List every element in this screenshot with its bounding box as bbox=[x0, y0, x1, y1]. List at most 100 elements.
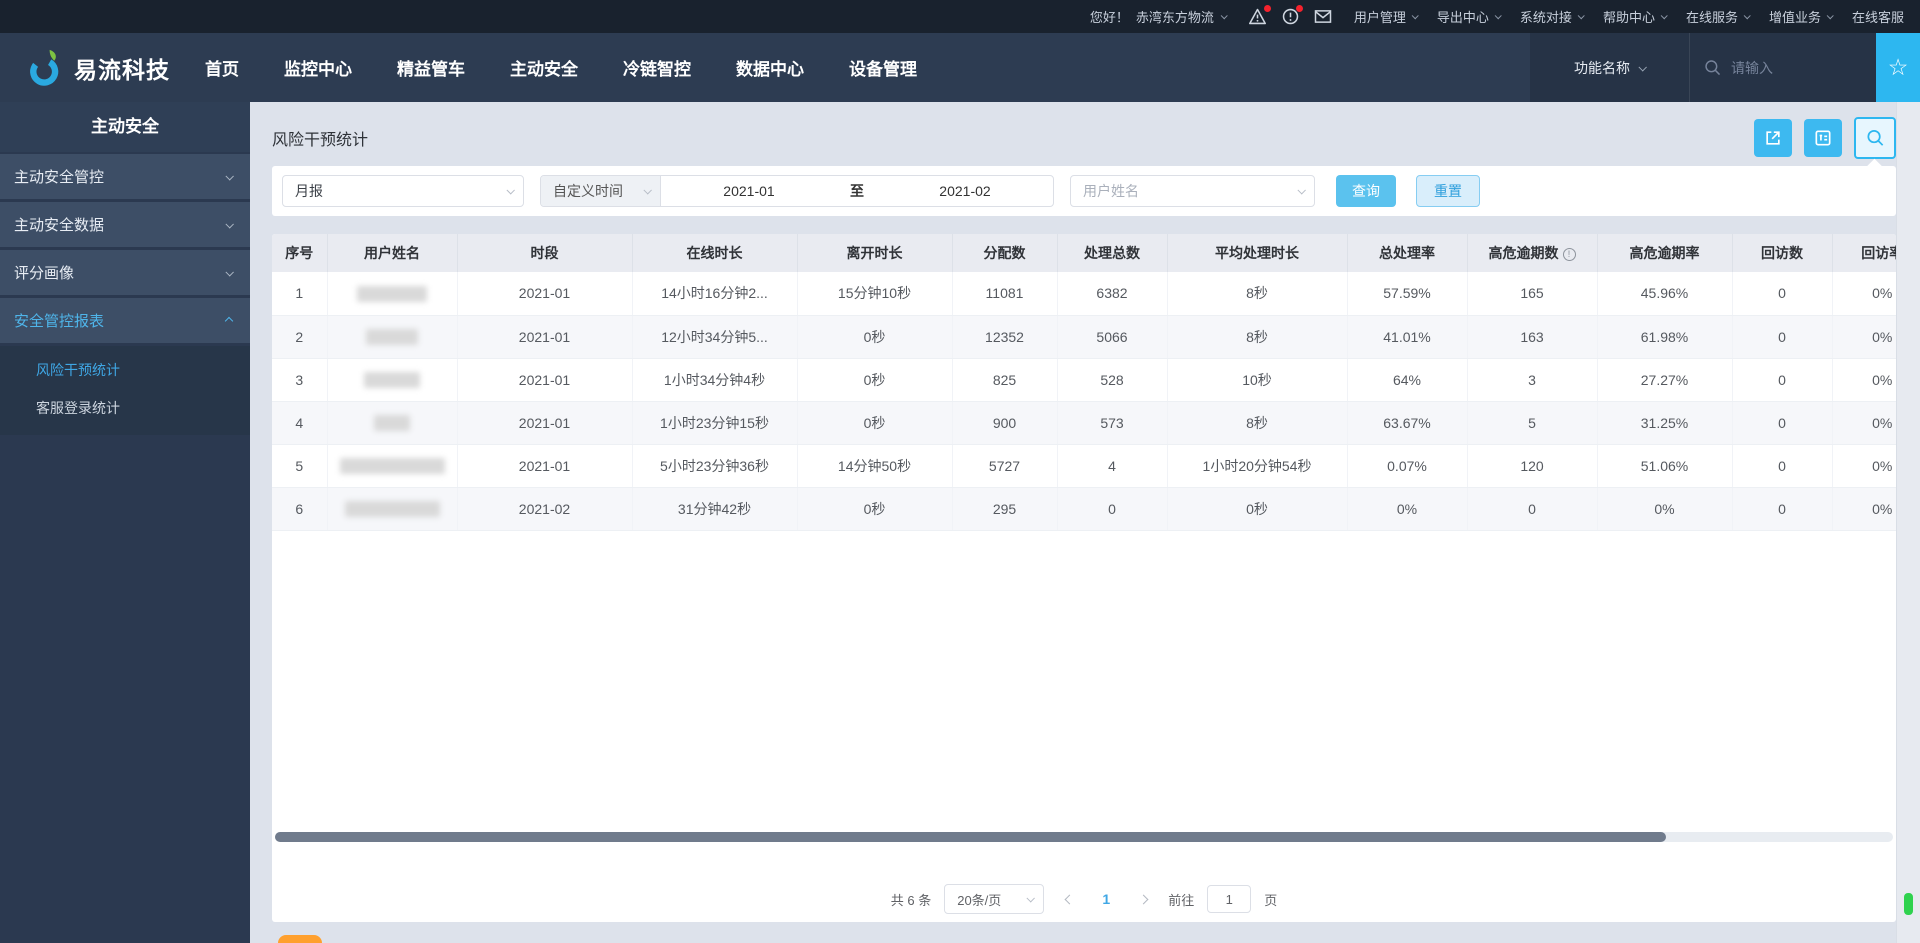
nav-item[interactable]: 精益管车 bbox=[397, 55, 465, 80]
nav-item[interactable]: 冷链智控 bbox=[623, 55, 691, 80]
date-to-label: 至 bbox=[850, 183, 864, 199]
horizontal-scrollbar-thumb[interactable] bbox=[275, 832, 1667, 842]
topbar-menu-label: 帮助中心 bbox=[1602, 10, 1655, 25]
table-cell: 0秒 bbox=[797, 358, 953, 402]
chevron-down-icon bbox=[1411, 12, 1419, 20]
redacted-name bbox=[374, 415, 410, 432]
nav-item[interactable]: 数据中心 bbox=[736, 55, 804, 80]
table-panel: 序号 用户姓名 时段 在线时长 离开时长 分配数 处理总数 平均处理时长 总处理率 高危逾期数! 高… bbox=[272, 234, 1896, 922]
cell-user-name bbox=[327, 315, 458, 359]
topbar-menu-item[interactable]: 用户管理 bbox=[1353, 7, 1419, 26]
goto-page-input[interactable] bbox=[1207, 885, 1252, 913]
sidebar-submenu-item[interactable]: 风险干预统计 bbox=[0, 351, 250, 389]
search-icon bbox=[1866, 129, 1883, 146]
table-cell: 163 bbox=[1467, 315, 1598, 359]
table-cell: 0 bbox=[1732, 401, 1833, 445]
table-cell: 0% bbox=[1832, 444, 1896, 488]
reset-button[interactable]: 重置 bbox=[1416, 175, 1480, 207]
table-cell: 31.25% bbox=[1597, 401, 1733, 445]
table-cell: 165 bbox=[1467, 272, 1598, 316]
table-cell: 0% bbox=[1832, 487, 1896, 531]
date-to-input[interactable] bbox=[877, 183, 1053, 199]
open-external-button[interactable] bbox=[1754, 119, 1792, 157]
next-page-button[interactable] bbox=[1131, 885, 1155, 913]
column-header: 时段 bbox=[457, 234, 633, 272]
table-cell: 31分钟42秒 bbox=[632, 487, 798, 531]
user-name-placeholder: 用户姓名 bbox=[1083, 183, 1139, 199]
date-from-input[interactable] bbox=[661, 183, 837, 199]
report-list-button[interactable] bbox=[1804, 119, 1842, 157]
nav-item[interactable]: 首页 bbox=[205, 55, 239, 80]
nav-item[interactable]: 主动安全 bbox=[510, 55, 578, 80]
current-page[interactable]: 1 bbox=[1094, 891, 1118, 907]
page-size-select[interactable]: 20条/页 bbox=[944, 884, 1045, 914]
table-cell: 528 bbox=[1057, 358, 1168, 402]
topbar-icons bbox=[1248, 5, 1332, 25]
chevron-down-icon bbox=[506, 186, 515, 195]
alert-circle-icon[interactable] bbox=[1282, 5, 1303, 25]
chevron-left-icon bbox=[1064, 894, 1075, 904]
nav-item[interactable]: 监控中心 bbox=[284, 55, 352, 80]
logo[interactable]: 易流科技 bbox=[0, 48, 205, 88]
column-header: 序号 bbox=[272, 234, 328, 272]
sidebar-group-label: 主动安全数据 bbox=[14, 217, 105, 234]
sidebar-group[interactable]: 安全管控报表 bbox=[0, 298, 250, 343]
goto-label: 前往 bbox=[1168, 892, 1195, 908]
topbar-menu-label: 在线服务 bbox=[1685, 10, 1738, 25]
topbar-menu-item[interactable]: 在线服务 bbox=[1685, 7, 1751, 26]
vertical-scrollbar-thumb[interactable] bbox=[1904, 893, 1913, 915]
table-cell: 8秒 bbox=[1167, 272, 1348, 316]
envelope-icon[interactable] bbox=[1314, 9, 1332, 24]
table-cell: 11081 bbox=[952, 272, 1058, 316]
sidebar-title: 主动安全 bbox=[0, 102, 250, 152]
table-cell: 0秒 bbox=[797, 401, 953, 445]
sidebar-group[interactable]: 主动安全数据 bbox=[0, 202, 250, 247]
topbar-menu-item[interactable]: 系统对接 bbox=[1520, 7, 1585, 26]
column-header: 总处理率 bbox=[1347, 234, 1468, 272]
favorite-button[interactable]: ☆ bbox=[1876, 33, 1920, 102]
cell-user-name bbox=[327, 272, 458, 316]
prev-page-button[interactable] bbox=[1057, 885, 1081, 913]
query-button[interactable]: 查询 bbox=[1336, 175, 1396, 207]
report-list-icon bbox=[1815, 130, 1831, 146]
topbar-menu-item[interactable]: 在线客服 bbox=[1852, 7, 1904, 26]
topbar-menu-item[interactable]: 帮助中心 bbox=[1602, 7, 1668, 26]
sidebar-group[interactable]: 评分画像 bbox=[0, 250, 250, 295]
redacted-name bbox=[366, 329, 418, 346]
column-header-label: 总处理率 bbox=[1379, 245, 1435, 261]
table-cell: 0 bbox=[1732, 487, 1833, 531]
user-name-select[interactable]: 用户姓名 bbox=[1070, 175, 1315, 207]
search-filter-button[interactable] bbox=[1854, 117, 1896, 159]
nav-item[interactable]: 设备管理 bbox=[849, 55, 917, 80]
time-mode-select[interactable]: 自定义时间 bbox=[541, 176, 661, 206]
table-cell: 2021-01 bbox=[457, 272, 633, 316]
report-type-select[interactable]: 月报 bbox=[282, 175, 524, 207]
table-cell: 14小时16分钟2... bbox=[632, 272, 798, 316]
sidebar-group[interactable]: 主动安全管控 bbox=[0, 154, 250, 199]
topbar-menu-item[interactable]: 增值业务 bbox=[1769, 7, 1834, 26]
table-cell: 63.67% bbox=[1347, 401, 1468, 445]
date-range-control: 自定义时间 至 bbox=[540, 175, 1054, 207]
column-header-label: 时段 bbox=[530, 245, 559, 261]
search-input[interactable] bbox=[1731, 59, 1841, 76]
chevron-down-icon bbox=[643, 186, 652, 195]
bottom-orange-pill bbox=[278, 935, 322, 943]
column-header: 回访率 bbox=[1832, 234, 1896, 272]
table-cell: 2021-01 bbox=[457, 444, 633, 488]
table-cell: 0.07% bbox=[1347, 444, 1468, 488]
sidebar-group-label: 评分画像 bbox=[14, 265, 75, 282]
topbar-menu-item[interactable]: 导出中心 bbox=[1436, 7, 1502, 26]
sidebar-submenu-item[interactable]: 客服登录统计 bbox=[0, 389, 250, 427]
topbar-menu-label: 导出中心 bbox=[1436, 10, 1489, 25]
chevron-down-icon bbox=[1577, 12, 1585, 20]
function-name-dropdown[interactable]: 功能名称 bbox=[1530, 33, 1690, 102]
table-cell: 0% bbox=[1832, 272, 1896, 316]
account-dropdown[interactable]: 您好！ 赤湾东方物流 bbox=[1090, 7, 1228, 26]
table-empty-area bbox=[272, 531, 1896, 833]
sidebar-group-label: 安全管控报表 bbox=[14, 313, 105, 330]
notification-badge bbox=[1295, 5, 1303, 12]
info-icon[interactable]: ! bbox=[1562, 247, 1576, 261]
warning-triangle-icon[interactable] bbox=[1248, 5, 1271, 25]
topbar-menu-label: 用户管理 bbox=[1353, 10, 1406, 25]
table-cell: 51.06% bbox=[1597, 444, 1733, 488]
